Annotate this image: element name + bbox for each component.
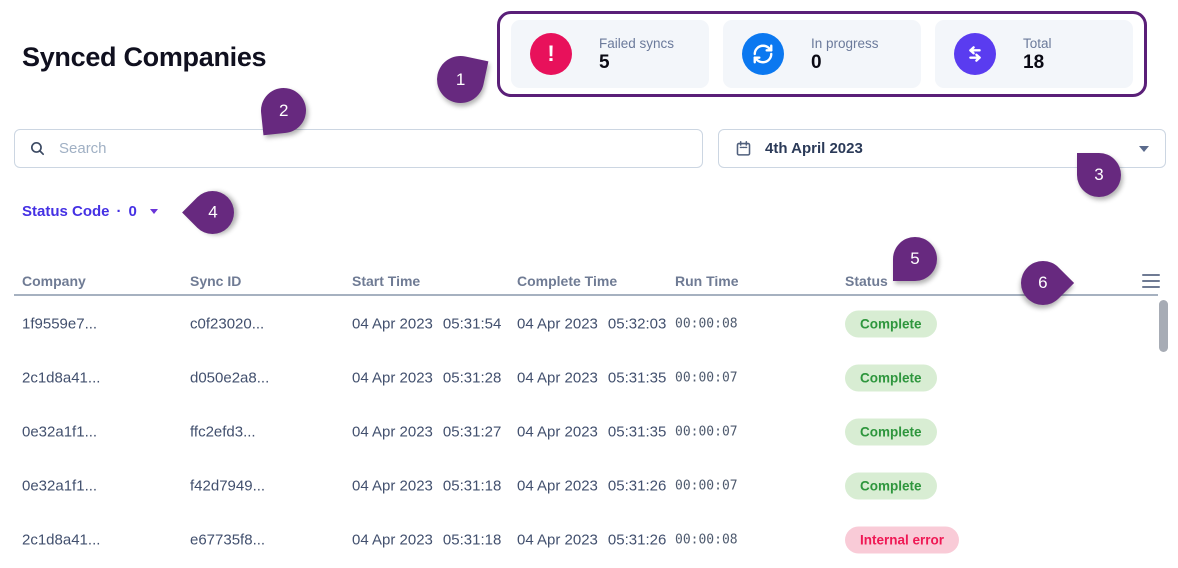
column-header-status[interactable]: Status	[845, 273, 888, 289]
transfer-arrows-icon	[954, 33, 996, 75]
stats-highlight-box: ! Failed syncs 5 In progress 0 Total 18	[497, 11, 1147, 97]
callout-marker-5: 5	[893, 237, 937, 281]
vertical-scrollbar-thumb[interactable]	[1159, 300, 1168, 352]
stat-label: In progress	[811, 35, 879, 51]
cell-complete-time: 04 Apr 2023 05:31:35	[517, 369, 667, 387]
stat-card-in-progress: In progress 0	[723, 20, 921, 88]
stat-texts: Failed syncs 5	[599, 35, 674, 74]
sync-icon	[742, 33, 784, 75]
cell-start-time: 04 Apr 2023 05:31:27	[352, 423, 502, 441]
calendar-icon	[735, 140, 752, 157]
chevron-down-icon[interactable]	[1139, 145, 1149, 152]
table-row[interactable]: 0e32a1f1... ffc2efd3... 04 Apr 2023 05:31…	[14, 405, 1158, 460]
page-title: Synced Companies	[22, 42, 267, 72]
column-header-company[interactable]: Company	[22, 273, 86, 289]
separator-dot: ·	[116, 203, 122, 220]
table-row[interactable]: 1f9559e7... c0f23020... 04 Apr 2023 05:31…	[14, 297, 1158, 352]
cell-sync-id: ffc2efd3...	[190, 423, 256, 441]
cell-complete-time: 04 Apr 2023 05:31:26	[517, 531, 667, 549]
status-badge: Complete	[845, 310, 937, 338]
cell-start-time: 04 Apr 2023 05:31:18	[352, 477, 502, 495]
search-box[interactable]	[14, 129, 703, 168]
cell-sync-id: d050e2a8...	[190, 369, 270, 387]
status-badge: Complete	[845, 364, 937, 392]
cell-run-time: 00:00:07	[675, 478, 738, 494]
menu-icon[interactable]	[1142, 274, 1160, 292]
status-code-filter-count: 0	[128, 203, 137, 220]
stat-label: Total	[1023, 35, 1052, 51]
cell-run-time: 00:00:07	[675, 424, 738, 440]
column-header-run-time[interactable]: Run Time	[675, 273, 739, 289]
cell-status: Complete	[845, 418, 937, 446]
chevron-down-icon[interactable]	[149, 209, 158, 214]
table-header-divider	[14, 294, 1158, 296]
cell-status: Complete	[845, 472, 937, 500]
cell-sync-id: e67735f8...	[190, 531, 266, 549]
stat-value: 0	[811, 51, 822, 73]
cell-complete-time: 04 Apr 2023 05:31:35	[517, 423, 667, 441]
stat-card-total: Total 18	[935, 20, 1133, 88]
cell-start-time: 04 Apr 2023 05:31:54	[352, 315, 502, 333]
alert-icon: !	[530, 33, 572, 75]
cell-complete-time: 04 Apr 2023 05:32:03	[517, 315, 667, 333]
callout-marker-2: 2	[258, 85, 309, 136]
stat-value: 18	[1023, 51, 1045, 73]
cell-run-time: 00:00:07	[675, 370, 738, 386]
status-badge: Complete	[845, 418, 937, 446]
stat-card-failed-syncs: ! Failed syncs 5	[511, 20, 709, 88]
cell-sync-id: f42d7949...	[190, 477, 266, 495]
stat-texts: In progress 0	[811, 35, 879, 74]
status-code-filter-label: Status Code	[22, 203, 110, 220]
table-row[interactable]: 0e32a1f1... f42d7949... 04 Apr 2023 05:31…	[14, 459, 1158, 514]
status-badge: Internal error	[845, 526, 960, 554]
stat-value: 5	[599, 51, 610, 73]
stat-texts: Total 18	[1023, 35, 1052, 74]
callout-marker-4: 4	[182, 182, 243, 243]
callout-marker-3: 3	[1077, 153, 1121, 197]
column-header-complete-time[interactable]: Complete Time	[517, 273, 617, 289]
search-input[interactable]	[57, 139, 688, 158]
cell-status: Complete	[845, 364, 937, 392]
table-row[interactable]: 2c1d8a41... d050e2a8... 04 Apr 2023 05:31…	[14, 351, 1158, 406]
cell-complete-time: 04 Apr 2023 05:31:26	[517, 477, 667, 495]
column-header-sync-id[interactable]: Sync ID	[190, 273, 241, 289]
cell-company: 0e32a1f1...	[22, 477, 98, 495]
status-badge: Complete	[845, 472, 937, 500]
cell-status: Complete	[845, 310, 937, 338]
cell-start-time: 04 Apr 2023 05:31:18	[352, 531, 502, 549]
cell-company: 2c1d8a41...	[22, 369, 101, 387]
cell-status: Internal error	[845, 526, 960, 554]
stat-label: Failed syncs	[599, 35, 675, 51]
date-picker-value: 4th April 2023	[765, 140, 863, 157]
callout-marker-1: 1	[432, 51, 489, 108]
cell-company: 2c1d8a41...	[22, 531, 101, 549]
cell-run-time: 00:00:08	[675, 532, 738, 548]
table-row[interactable]: 2c1d8a41... e67735f8... 04 Apr 2023 05:31…	[14, 513, 1158, 567]
cell-company: 1f9559e7...	[22, 315, 98, 333]
cell-sync-id: c0f23020...	[190, 315, 265, 333]
cell-run-time: 00:00:08	[675, 316, 738, 332]
cell-start-time: 04 Apr 2023 05:31:28	[352, 369, 502, 387]
search-icon	[29, 140, 46, 157]
column-header-start-time[interactable]: Start Time	[352, 273, 420, 289]
status-code-filter[interactable]: Status Code · 0	[22, 203, 158, 220]
cell-company: 0e32a1f1...	[22, 423, 98, 441]
